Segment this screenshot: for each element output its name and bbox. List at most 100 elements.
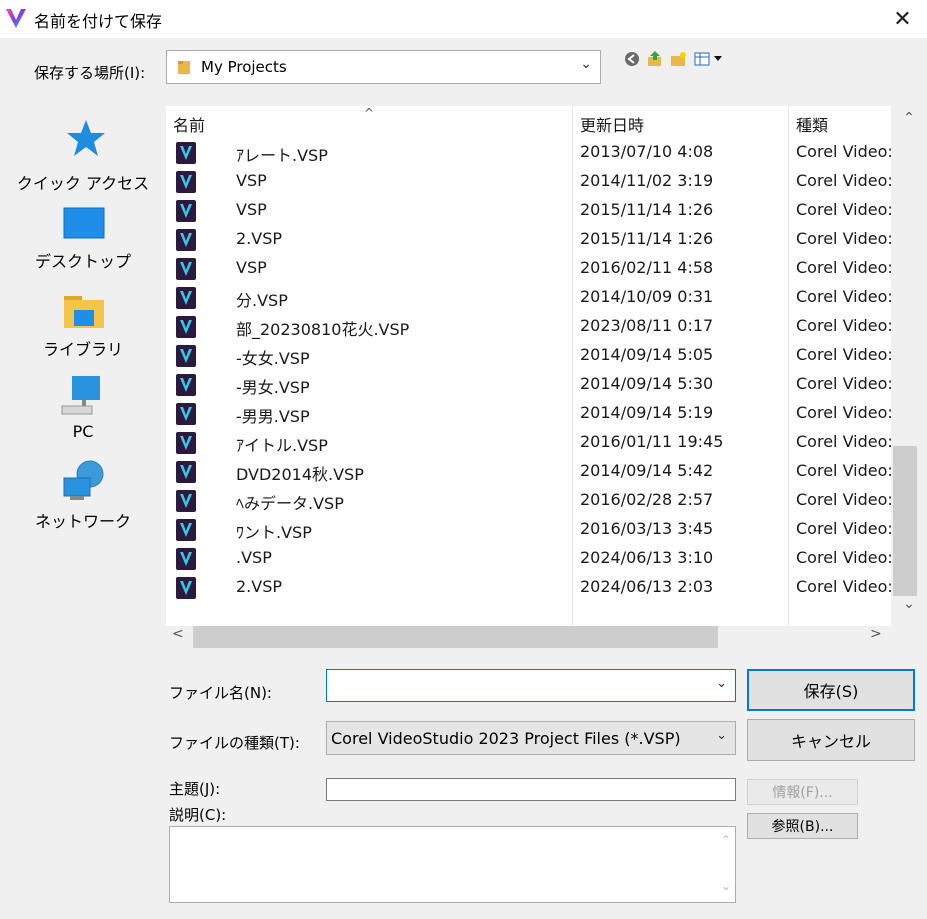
file-name: VSP <box>236 200 267 219</box>
column-header-date[interactable]: 更新日時 <box>580 112 644 136</box>
scroll-down-button[interactable]: ⌄ <box>891 596 927 624</box>
file-date: 2016/01/11 19:45 <box>580 432 724 451</box>
vertical-scroll-thumb[interactable] <box>893 446 917 596</box>
file-date: 2023/08/11 0:17 <box>580 316 714 335</box>
file-row[interactable]: ﾜント.VSP 2016/03/13 3:45 Corel Video: <box>166 515 891 544</box>
chevron-down-icon[interactable]: ⌄ <box>716 676 727 691</box>
file-name: -女女.VSP <box>236 349 310 368</box>
vsp-file-icon <box>176 519 196 541</box>
file-row[interactable]: ﾍみデータ.VSP 2016/02/28 2:57 Corel Video: <box>166 486 891 515</box>
vsp-file-icon <box>176 258 196 280</box>
cancel-button[interactable]: キャンセル <box>747 719 915 761</box>
vsp-file-icon <box>176 287 196 309</box>
scroll-left-button[interactable]: < <box>172 626 184 642</box>
file-row[interactable]: -男男.VSP 2014/09/14 5:19 Corel Video: <box>166 399 891 428</box>
file-date: 2014/09/14 5:19 <box>580 403 714 422</box>
file-row[interactable]: 2.VSP 2015/11/14 1:26 Corel Video: <box>166 225 891 254</box>
save-button[interactable]: 保存(S) <box>747 669 915 711</box>
horizontal-scroll-thumb[interactable] <box>193 626 718 648</box>
file-list: ^ 名前 更新日時 種類 ｱレート.VSP 2013/07/10 4:08 Core… <box>166 106 891 626</box>
file-name: ｱレート.VSP <box>236 146 328 165</box>
file-row[interactable]: -男女.VSP 2014/09/14 5:30 Corel Video: <box>166 370 891 399</box>
file-name: 2.VSP <box>236 577 283 596</box>
file-name: VSP <box>236 171 267 190</box>
filename-input[interactable]: ⌄ <box>326 669 736 702</box>
file-row[interactable]: VSP 2015/11/14 1:26 Corel Video: <box>166 196 891 225</box>
file-name: -男男.VSP <box>236 407 310 426</box>
info-button[interactable]: 情報(F)... <box>747 779 858 805</box>
sidebar-item-pc[interactable]: PC <box>0 374 166 454</box>
column-header-name[interactable]: 名前 <box>173 112 205 136</box>
vertical-scrollbar[interactable]: ⌃ ⌄ <box>891 106 927 626</box>
file-name: .VSP <box>236 548 272 567</box>
filetype-label: ファイルの種類(T): <box>169 734 300 752</box>
sidebar-item-label: デスクトップ <box>34 252 131 271</box>
subject-input[interactable] <box>326 778 736 801</box>
vsp-file-icon <box>176 461 196 483</box>
sidebar-item-label: PC <box>72 422 94 441</box>
file-row[interactable]: VSP 2014/11/02 3:19 Corel Video: <box>166 167 891 196</box>
window-title: 名前を付けて保存 <box>34 12 163 31</box>
vsp-file-icon <box>176 403 196 425</box>
file-row[interactable]: 2.VSP 2024/06/13 2:03 Corel Video: <box>166 573 891 602</box>
file-date: 2014/09/14 5:05 <box>580 345 714 364</box>
save-location-label: 保存する場所(I): <box>34 64 146 82</box>
vsp-file-icon <box>176 171 196 193</box>
file-type: Corel Video: <box>796 374 891 393</box>
sidebar-item-desktop[interactable]: デスクトップ <box>0 202 166 282</box>
vsp-file-icon <box>176 200 196 222</box>
file-name: ｱイトル.VSP <box>236 436 328 455</box>
save-location-value: My Projects <box>201 58 287 76</box>
vsp-file-icon <box>176 577 196 599</box>
browse-button[interactable]: 参照(B)... <box>747 813 858 839</box>
sidebar-item-label: ライブラリ <box>42 340 123 359</box>
file-row[interactable]: 部_20230810花火.VSP 2023/08/11 0:17 Corel Vid… <box>166 312 891 341</box>
file-date: 2014/11/02 3:19 <box>580 171 714 190</box>
column-header-type[interactable]: 種類 <box>796 112 828 136</box>
scroll-right-button[interactable]: > <box>870 626 882 642</box>
file-row[interactable]: ｱイトル.VSP 2016/01/11 19:45 Corel Video: <box>166 428 891 457</box>
up-folder-icon[interactable] <box>646 50 664 68</box>
back-icon[interactable] <box>623 50 641 68</box>
scroll-up-button[interactable]: ⌃ <box>891 110 927 138</box>
file-type: Corel Video: <box>796 432 891 451</box>
file-type: Corel Video: <box>796 200 891 219</box>
filetype-dropdown[interactable]: Corel VideoStudio 2023 Project Files (*.… <box>326 721 736 755</box>
file-row[interactable]: 分.VSP 2014/10/09 0:31 Corel Video: <box>166 283 891 312</box>
description-label: 説明(C): <box>169 806 227 824</box>
file-type: Corel Video: <box>796 519 891 538</box>
vsp-file-icon <box>176 490 196 512</box>
scroll-up-button[interactable]: ⌃ <box>721 833 731 847</box>
chevron-down-icon: ⌄ <box>580 56 592 72</box>
file-row[interactable]: DVD2014秋.VSP 2014/09/14 5:42 Corel Video: <box>166 457 891 486</box>
description-textarea[interactable]: ⌃ ⌄ <box>169 826 736 903</box>
sidebar-item-network[interactable]: ネットワーク <box>0 458 166 538</box>
file-name: ﾍみデータ.VSP <box>236 494 344 513</box>
file-row[interactable]: -女女.VSP 2014/09/14 5:05 Corel Video: <box>166 341 891 370</box>
app-logo-icon <box>6 9 26 28</box>
view-menu-icon[interactable] <box>694 50 726 68</box>
quick-access-star-icon <box>67 120 105 156</box>
chevron-down-icon: ⌄ <box>716 728 727 743</box>
close-button[interactable]: ✕ <box>878 0 927 38</box>
file-row[interactable]: .VSP 2024/06/13 3:10 Corel Video: <box>166 544 891 573</box>
scroll-down-button[interactable]: ⌄ <box>721 879 731 893</box>
sidebar-item-quick-access[interactable]: クイック アクセス <box>0 114 166 194</box>
network-icon <box>63 460 104 500</box>
sidebar-item-library[interactable]: ライブラリ <box>0 288 166 368</box>
file-row[interactable]: VSP 2016/02/11 4:58 Corel Video: <box>166 254 891 283</box>
vsp-file-icon <box>176 316 196 338</box>
file-type: Corel Video: <box>796 345 891 364</box>
desktop-icon <box>63 207 105 239</box>
library-folder-icon <box>64 296 104 328</box>
new-folder-icon[interactable] <box>670 50 688 68</box>
filename-label: ファイル名(N): <box>169 684 272 702</box>
file-date: 2016/03/13 3:45 <box>580 519 714 538</box>
file-type: Corel Video: <box>796 171 891 190</box>
file-date: 2014/09/14 5:30 <box>580 374 714 393</box>
file-type: Corel Video: <box>796 287 891 306</box>
file-row[interactable]: ｱレート.VSP 2013/07/10 4:08 Corel Video: <box>166 138 891 167</box>
save-location-dropdown[interactable]: My Projects ⌄ <box>166 50 601 84</box>
horizontal-scrollbar[interactable]: < > <box>166 626 891 648</box>
file-name: ﾜント.VSP <box>236 523 312 542</box>
